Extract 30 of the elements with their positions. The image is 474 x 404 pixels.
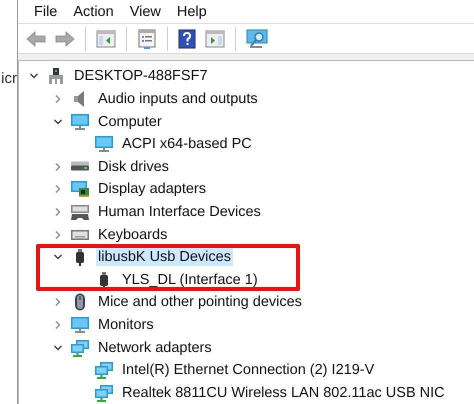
network-icon: [70, 338, 90, 357]
tree-item[interactable]: libusbK Usb Devices: [96, 248, 233, 266]
tree-item[interactable]: Human Interface Devices: [96, 202, 263, 221]
background-window-text: icr: [1, 70, 17, 88]
network-icon: [94, 361, 114, 380]
tree-item[interactable]: Monitors: [96, 316, 156, 334]
tree-item[interactable]: Display adapters: [96, 180, 208, 198]
menu-item[interactable]: Action: [65, 4, 122, 20]
monitor-icon: [94, 135, 114, 154]
display-adapter-icon: [70, 180, 90, 198]
tree-item[interactable]: Keyboards: [96, 226, 170, 244]
computer-icon: [46, 67, 66, 86]
keyboard-and-gamepad-icon: [70, 202, 90, 221]
disk-drive-icon: [70, 160, 90, 171]
network-icon: [94, 384, 114, 402]
menu-item[interactable]: File: [26, 4, 66, 20]
monitor-icon: [70, 316, 90, 334]
tree-item[interactable]: Computer: [96, 112, 164, 131]
tree-item[interactable]: Mice and other pointing devices: [96, 293, 304, 312]
tree-item[interactable]: Network adapters: [96, 338, 214, 357]
tree-item[interactable]: Disk drives: [96, 158, 171, 176]
menu-item[interactable]: View: [122, 4, 169, 20]
tree-item[interactable]: ACPI x64-based PC: [120, 135, 254, 154]
tree-item[interactable]: DESKTOP-488FSF7: [72, 67, 210, 86]
tree-item[interactable]: Audio inputs and outputs: [96, 90, 260, 108]
tree-item[interactable]: YLS_DL (Interface 1): [120, 270, 260, 289]
menu-item[interactable]: Help: [168, 4, 215, 20]
tree-item[interactable]: Intel(R) Ethernet Connection (2) I219-V: [120, 361, 376, 380]
tree-item[interactable]: Realtek 8811CU Wireless LAN 802.11ac USB NIC: [120, 384, 447, 402]
monitor-icon: [70, 112, 90, 131]
